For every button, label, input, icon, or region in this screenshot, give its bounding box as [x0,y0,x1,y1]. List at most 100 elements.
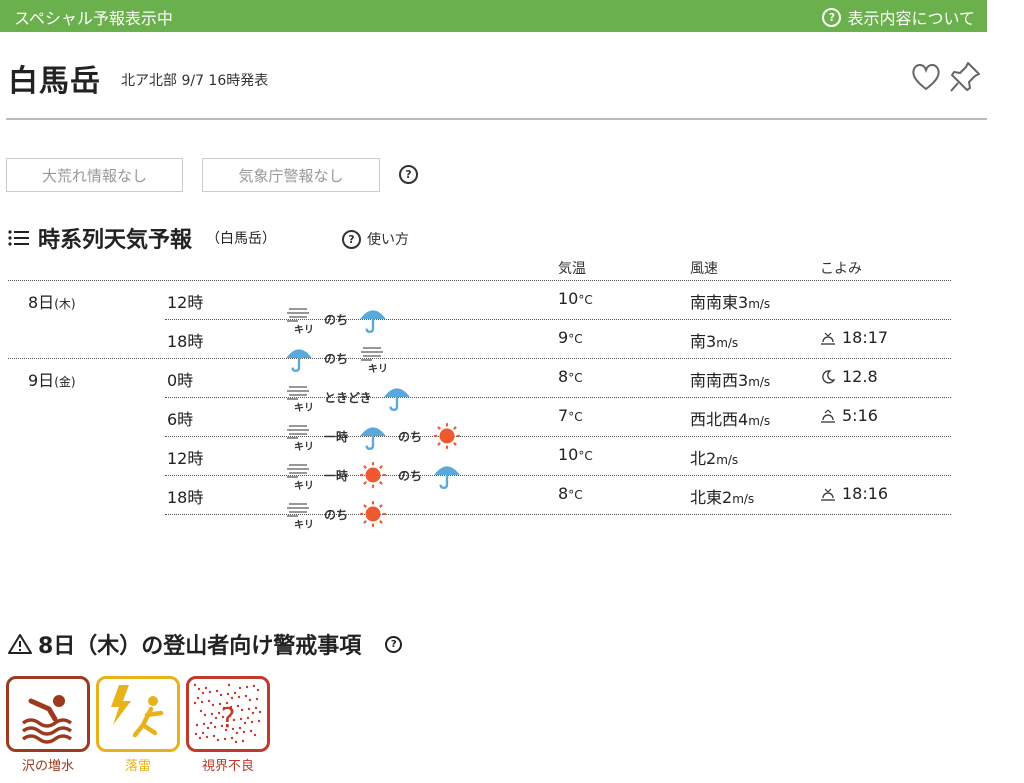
koyomi-value: 5:16 [842,406,878,425]
warning-card-label: 落雷 [124,759,151,774]
warning-card-3[interactable]: ? [186,676,270,752]
koyomi-value: 18:17 [842,328,889,347]
wind-value: 南南西3 [690,371,749,390]
temperature-unit: °C [568,410,583,424]
fog-label: キリ [294,403,314,414]
sunset-icon [821,332,835,345]
row-divider [165,514,951,515]
temperature-value: 10 [558,289,579,308]
koyomi: 18:16 [820,484,888,503]
about-display-link[interactable]: ? 表示内容について [822,5,975,29]
weather-transition: のち [324,507,349,522]
day-of-week: (金) [54,375,76,389]
section-title: 時系列天気予報 [38,228,193,253]
page-title: 白馬岳 [8,64,101,99]
row-divider [165,475,951,476]
row-divider [165,397,951,398]
temperature-value: 8 [558,367,569,386]
weather-forecast: キリ ときどき [284,382,412,414]
fog-label: キリ [368,364,389,375]
temperature: 7°C [558,406,583,425]
climber-warning-title: 8日（木）の登山者向け警戒事項 [38,634,362,659]
sunrise-icon [821,409,835,423]
fog-label: キリ [294,520,314,531]
row-divider [8,280,951,281]
sun-icon [434,423,460,449]
fog-label: キリ [294,481,314,492]
section-header: 時系列天気予報 （白馬岳） [8,222,276,254]
weather-forecast: のちキリ [284,343,389,375]
time-label: 12時 [167,449,204,468]
fog-symbol: キリ [284,304,314,336]
help-icon: ? [822,7,842,27]
fog-symbol: キリ [284,382,314,414]
forecast-issue-info: 北ア北部 9/7 16時発表 [121,73,269,89]
umbrella-icon [360,310,386,334]
koyomi-value: 12.8 [842,367,878,386]
wind: 南3m/s [690,328,738,352]
wind: 南南東3m/s [690,289,770,313]
temperature-unit: °C [568,488,583,502]
wind-value: 北東2 [690,488,733,507]
pin-icon[interactable] [948,60,982,94]
day-number: 8日 [28,293,55,312]
banner-label: スペシャル予報表示中 [14,9,173,28]
sun-icon [360,501,386,527]
day-number: 9日 [28,371,55,390]
help-icon: ? [342,229,361,249]
favorite-heart-icon[interactable] [910,62,942,92]
howto-link[interactable]: ? 使い方 [342,229,409,249]
temperature-value: 10 [558,445,579,464]
row-divider [165,319,951,320]
temperature: 10°C [558,445,593,464]
fog-symbol: キリ [358,343,389,375]
fog-label: キリ [294,442,314,453]
weather-forecast: キリ 一時 のち [284,460,462,492]
weather-transition: のち [324,351,349,366]
umbrella-icon [286,349,312,373]
wind: 北2m/s [690,445,738,469]
warning-card-1[interactable] [6,676,90,752]
weather-transition: のち [398,468,423,483]
swimmer-icon [21,695,73,744]
about-display-label: 表示内容について [847,9,975,28]
weather-forecast: キリ 一時 のち [284,421,462,453]
sun-icon [360,462,386,488]
climber-warning-header: 8日（木）の登山者向け警戒事項 ? [8,628,403,660]
day-label: 8日(木) [28,289,76,313]
time-label: 18時 [167,488,204,507]
fog-label: キリ [294,325,314,336]
koyomi-value: 18:16 [842,484,889,503]
temperature-value: 9 [558,328,569,347]
list-icon [8,230,29,246]
weather-forecast: キリ のち [284,304,388,336]
time-label: 0時 [167,371,194,390]
wind-unit: m/s [748,297,771,311]
wind-value: 南3 [690,332,717,351]
day-label: 9日(金) [28,367,76,391]
header-divider [6,118,987,120]
lightning-icon [111,685,164,738]
time-label: 12時 [167,293,204,312]
badge-help-icon[interactable]: ? [399,165,418,184]
warning-card-2[interactable] [96,676,180,752]
svg-text:?: ? [221,701,236,734]
wind-unit: m/s [748,375,771,389]
row-divider [8,358,951,359]
weather-transition: のち [398,429,423,444]
temperature-value: 8 [558,484,569,503]
koyomi: 5:16 [820,406,878,425]
weather-forecast: キリ のち [284,499,388,531]
section-location: （白馬岳） [206,231,277,247]
warning-help-icon[interactable]: ? [385,635,403,653]
day-of-week: (木) [54,297,76,311]
koyomi: 18:17 [820,328,888,347]
temperature: 8°C [558,484,583,503]
warning-card-label: 視界不良 [201,759,254,774]
umbrella-icon [360,427,386,451]
wind-unit: m/s [716,453,739,467]
wind-value: 南南東3 [690,293,749,312]
row-divider [165,436,951,437]
wind-unit: m/s [748,414,771,428]
temperature: 8°C [558,367,583,386]
